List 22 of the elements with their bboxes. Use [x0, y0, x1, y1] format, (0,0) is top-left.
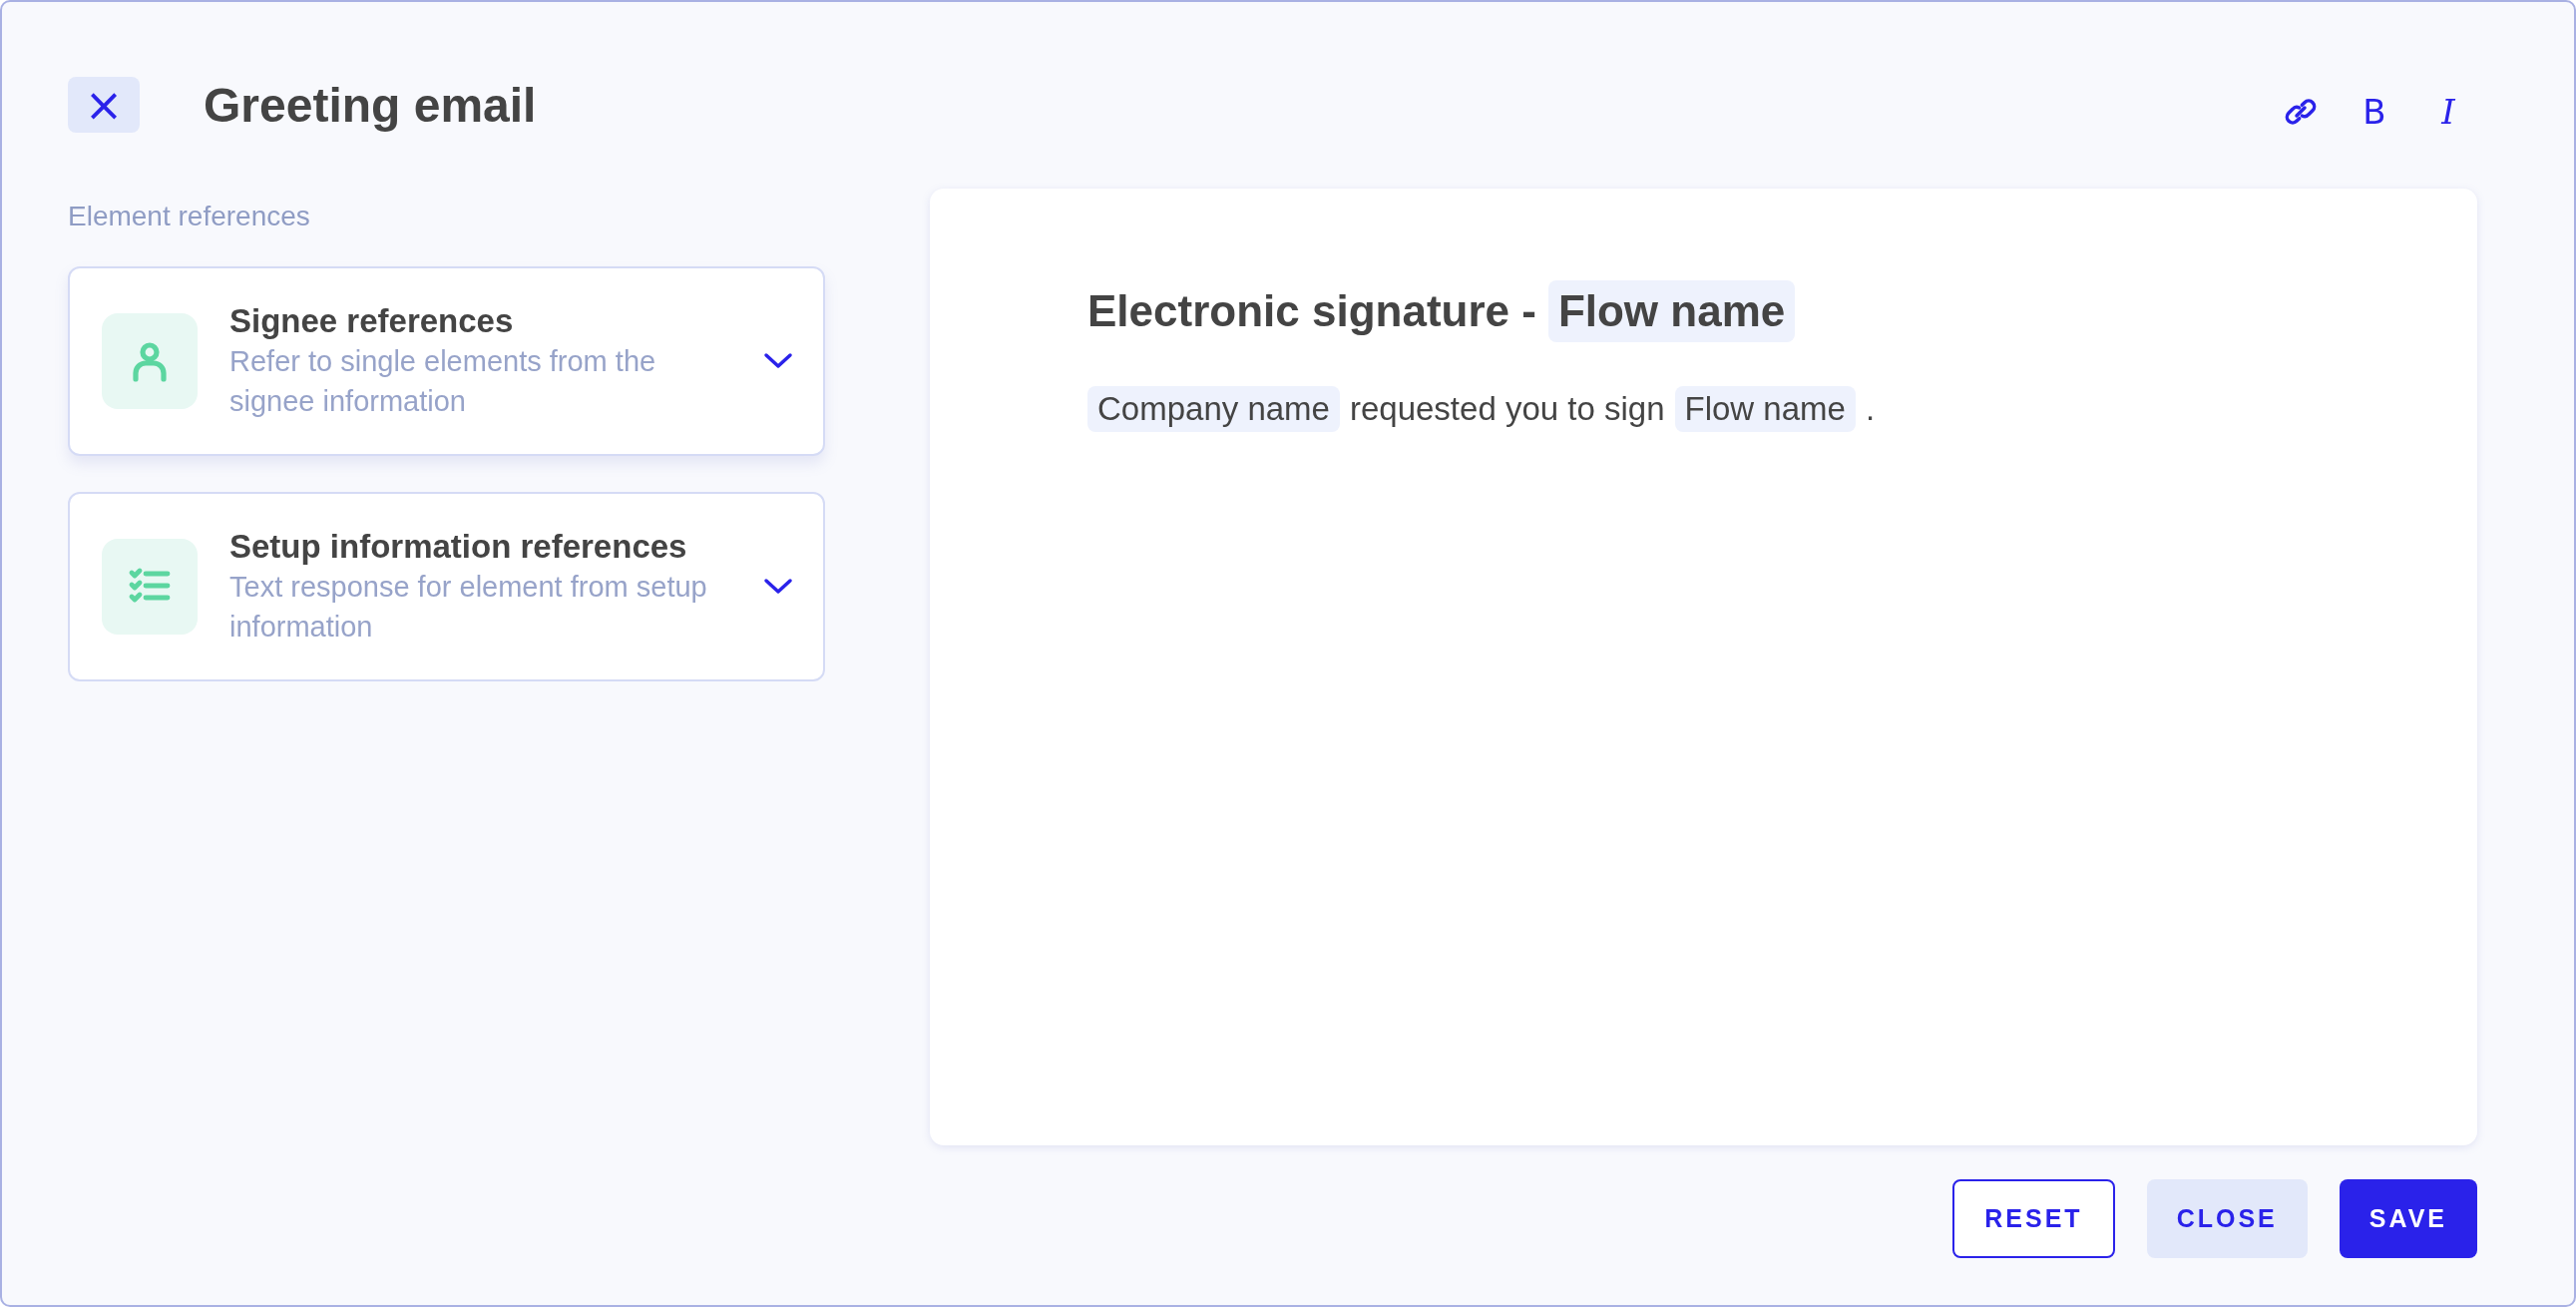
placeholder-tag[interactable]: Company name	[1087, 386, 1340, 432]
close-button[interactable]: ×	[68, 77, 140, 133]
card-title: Setup information references	[229, 527, 688, 567]
email-editor[interactable]: Electronic signature - Flow name Company name requested you to sign Flow name .	[930, 189, 2477, 1145]
reference-card[interactable]: Setup information references Text response for element from setup information	[68, 492, 825, 681]
action-button[interactable]: SAVE	[2339, 1179, 2477, 1258]
dialog-title: Greeting email	[204, 77, 537, 133]
card-title: Signee references	[229, 301, 515, 341]
section-label: Element references	[68, 200, 311, 233]
card-description: Refer to single elements from the signee information	[229, 344, 657, 419]
placeholder-tag[interactable]: Flow name	[1674, 386, 1856, 432]
reference-card[interactable]: Signee references Refer to single elements from the signee information	[68, 266, 825, 456]
link-icon	[2285, 96, 2317, 128]
action-button[interactable]: RESET	[1952, 1179, 2115, 1258]
italic-button[interactable]: I	[2431, 92, 2465, 132]
card-description: Text response for element from setup information	[229, 570, 708, 645]
email-text: .	[1865, 390, 1876, 428]
email-text: Electronic signature -	[1087, 286, 1536, 336]
action-button[interactable]: CLOSE	[2146, 1179, 2308, 1258]
placeholder-tag[interactable]: Flow name	[1547, 280, 1796, 342]
bold-button[interactable]: B	[2358, 92, 2391, 132]
email-text: requested you to sign	[1349, 390, 1665, 428]
